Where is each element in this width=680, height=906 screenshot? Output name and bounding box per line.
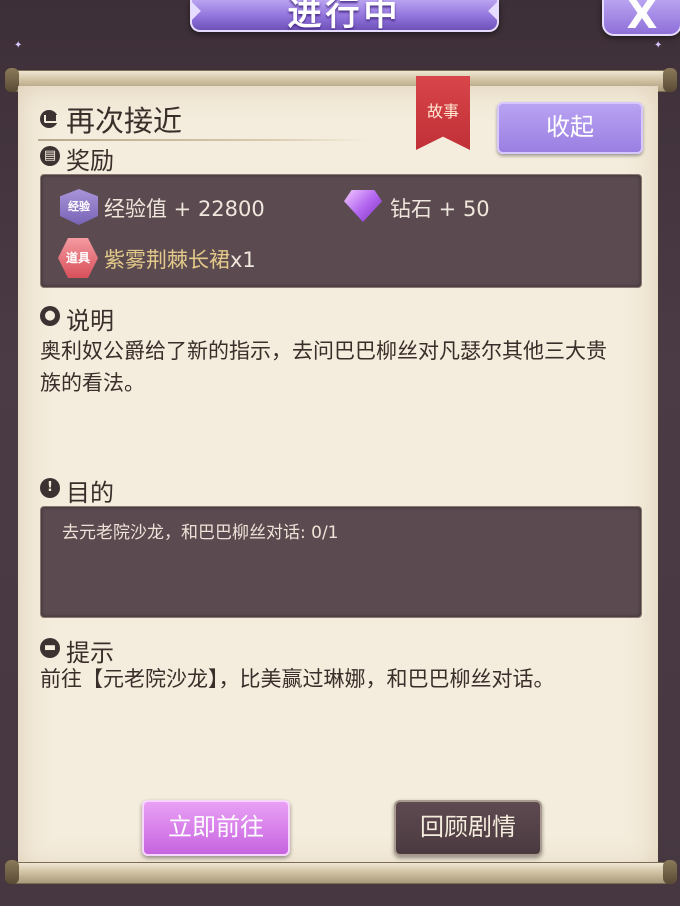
quest-title: 再次接近 xyxy=(66,104,183,138)
review-story-button[interactable]: 回顾剧情 xyxy=(394,800,542,856)
hint-text: 前往【元老院沙龙】，比美赢过琳娜，和巴巴柳丝对话。 xyxy=(40,667,555,691)
description-label: 说明 xyxy=(66,307,114,335)
close-button[interactable]: X xyxy=(602,0,680,38)
go-now-button[interactable]: 立即前往 xyxy=(142,800,290,856)
diamond-reward: 钻石 + 50 xyxy=(390,197,490,221)
objective-label: 目的 xyxy=(66,479,114,507)
crown-icon xyxy=(40,110,58,128)
item-count: x1 xyxy=(230,248,256,272)
sparkle-icon: ✦ xyxy=(654,40,663,51)
item-name: 紫雾荆棘长裙 xyxy=(104,248,230,272)
item-reward[interactable]: 紫雾荆棘长裙x1 xyxy=(104,244,256,274)
description-line-2: 族的看法。 xyxy=(40,371,145,395)
description-line-1: 奥利奴公爵给了新的指示，去问巴巴柳丝对凡瑟尔其他三大贵 xyxy=(40,339,607,363)
close-icon: X xyxy=(626,0,658,38)
page-title: 进行中 xyxy=(287,0,402,32)
objective-text: 去元老院沙龙，和巴巴柳丝对话: 0/1 xyxy=(62,523,339,543)
story-tag-label: 故事 xyxy=(426,102,459,121)
sparkle-icon: ✦ xyxy=(14,40,23,51)
scroll-roller-bottom xyxy=(5,860,677,884)
exp-reward: 经验值 + 22800 xyxy=(104,197,265,221)
exclamation-icon: ! xyxy=(40,478,60,498)
book-icon: ▤ xyxy=(40,146,60,166)
rewards-label: 奖励 xyxy=(66,147,114,175)
note-icon: ▬ xyxy=(40,638,60,658)
chat-icon: ● xyxy=(40,306,60,326)
collapse-button[interactable]: 收起 xyxy=(497,102,643,154)
header-banner: 进行中 xyxy=(190,0,499,32)
